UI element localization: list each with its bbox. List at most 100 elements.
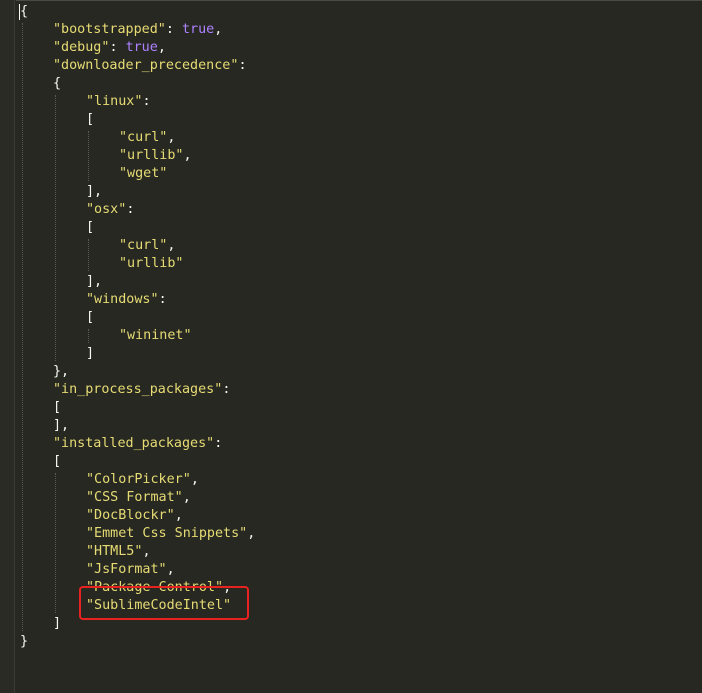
punctuation-token: [: [53, 454, 62, 469]
code-line: "wininet": [119, 327, 192, 345]
code-line: "installed_packages":: [53, 435, 222, 453]
code-editor[interactable]: {"bootstrapped": true, "debug": true, "dow…: [0, 0, 702, 693]
punctuation-token: ],: [86, 274, 103, 289]
code-line: "urllib",: [119, 147, 192, 165]
string-token: "osx": [86, 202, 127, 217]
string-token: "curl": [119, 130, 168, 145]
code-line: "debug": true,: [53, 39, 166, 57]
code-line: "Emmet Css Snippets",: [86, 525, 255, 543]
code-line: "ColorPicker",: [86, 471, 199, 489]
code-line: ],: [86, 183, 102, 201]
punctuation-token: [: [86, 220, 95, 235]
code-line: ]: [86, 345, 94, 363]
punctuation-token: {: [53, 76, 62, 91]
string-token: "curl": [119, 238, 168, 253]
punctuation-token: ,: [157, 40, 166, 55]
punctuation-token: :: [158, 292, 167, 307]
code-line: [: [53, 399, 61, 417]
code-line: "curl",: [119, 129, 175, 147]
string-token: "HTML5": [86, 544, 143, 559]
punctuation-token: }: [20, 634, 29, 649]
code-line: [: [86, 111, 94, 129]
string-token: "urllib": [119, 148, 184, 163]
code-line: "windows":: [86, 291, 167, 309]
code-line: "DocBlockr",: [86, 507, 183, 525]
indent-guide: [88, 329, 89, 343]
code-line: "HTML5",: [86, 543, 151, 561]
punctuation-token: ],: [86, 184, 103, 199]
string-token: "in_process_packages": [53, 382, 223, 397]
string-token: "installed_packages": [53, 436, 215, 451]
punctuation-token: ,: [183, 148, 192, 163]
code-line: [: [53, 453, 61, 471]
indent-guide: [22, 23, 23, 631]
punctuation-token: ]: [53, 616, 62, 631]
code-line: },: [53, 363, 69, 381]
punctuation-token: :: [142, 94, 151, 109]
punctuation-token: ,: [142, 544, 151, 559]
punctuation-token: [: [86, 112, 95, 127]
editor-gutter: [0, 0, 15, 693]
punctuation-token: {: [20, 4, 29, 19]
punctuation-token: :: [165, 22, 182, 37]
punctuation-token: :: [109, 40, 126, 55]
editor-top-border: [16, 0, 702, 1]
code-line: [: [86, 219, 94, 237]
indent-guide: [88, 131, 89, 181]
keyword-token: true: [125, 40, 158, 55]
string-token: "downloader_precedence": [53, 58, 239, 73]
code-line: {: [53, 75, 61, 93]
code-line: {: [20, 3, 28, 21]
string-token: "ColorPicker": [86, 472, 191, 487]
code-line: "urllib": [119, 255, 184, 273]
highlight-annotation-box: [79, 586, 249, 620]
string-token: "JsFormat": [86, 562, 167, 577]
string-token: "linux": [86, 94, 143, 109]
code-line: "JsFormat",: [86, 561, 175, 579]
code-line: "osx":: [86, 201, 134, 219]
code-line: "in_process_packages":: [53, 381, 230, 399]
punctuation-token: ,: [166, 562, 175, 577]
string-token: "bootstrapped": [53, 22, 166, 37]
code-line: ],: [53, 417, 69, 435]
text-cursor: [19, 4, 20, 20]
code-line: }: [20, 633, 28, 651]
string-token: "CSS Format": [86, 490, 183, 505]
indent-guide: [55, 95, 56, 361]
punctuation-token: ,: [167, 238, 176, 253]
string-token: "wininet": [119, 328, 192, 343]
punctuation-token: ,: [174, 508, 183, 523]
punctuation-token: ,: [190, 472, 199, 487]
code-line: [: [86, 309, 94, 327]
string-token: "urllib": [119, 256, 184, 271]
indent-guide: [55, 473, 56, 613]
punctuation-token: [: [53, 400, 62, 415]
punctuation-token: ,: [214, 22, 223, 37]
punctuation-token: [: [86, 310, 95, 325]
punctuation-token: ]: [86, 346, 95, 361]
string-token: "wget": [119, 166, 168, 181]
punctuation-token: ,: [247, 526, 256, 541]
punctuation-token: },: [53, 364, 70, 379]
code-line: "CSS Format",: [86, 489, 191, 507]
punctuation-token: :: [126, 202, 135, 217]
code-line: "bootstrapped": true,: [53, 21, 222, 39]
punctuation-token: ],: [53, 418, 70, 433]
punctuation-token: :: [222, 382, 231, 397]
code-line: "wget": [119, 165, 167, 183]
code-line: "linux":: [86, 93, 151, 111]
string-token: "windows": [86, 292, 159, 307]
string-token: "DocBlockr": [86, 508, 175, 523]
code-line: ]: [53, 615, 61, 633]
keyword-token: true: [182, 22, 215, 37]
indent-guide: [88, 239, 89, 271]
punctuation-token: :: [214, 436, 223, 451]
string-token: "debug": [53, 40, 110, 55]
code-line: "downloader_precedence":: [53, 57, 247, 75]
string-token: "Emmet Css Snippets": [86, 526, 248, 541]
code-line: ],: [86, 273, 102, 291]
code-line: "curl",: [119, 237, 175, 255]
punctuation-token: ,: [182, 490, 191, 505]
punctuation-token: :: [238, 58, 247, 73]
punctuation-token: ,: [167, 130, 176, 145]
